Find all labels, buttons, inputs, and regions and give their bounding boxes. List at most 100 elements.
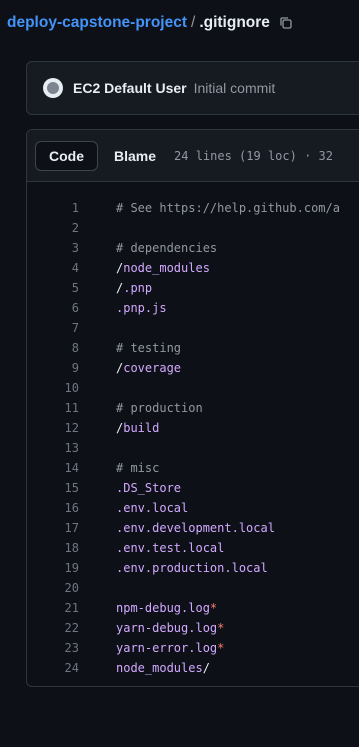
code-token: .pnp: [123, 281, 153, 295]
line-number[interactable]: 18: [27, 541, 79, 555]
code-line: 21 npm-debug.log*: [27, 598, 359, 618]
file-header: Code Blame 24 lines (19 loc) · 32: [27, 130, 359, 182]
code-token: # See https://help.github.com/a: [116, 201, 340, 215]
line-number[interactable]: 5: [27, 281, 79, 295]
code-line: 8 # testing: [27, 338, 359, 358]
code-line: 5/.pnp: [27, 278, 359, 298]
code-token: .env.production.local: [116, 561, 268, 575]
code-token: .DS_Store: [116, 481, 182, 495]
latest-commit-box: EC2 Default User Initial commit: [26, 61, 359, 115]
code-token: .env.test.local: [116, 541, 225, 555]
code-line: 12/build: [27, 418, 359, 438]
line-number[interactable]: 21: [27, 601, 79, 615]
code-line: 22 yarn-debug.log*: [27, 618, 359, 638]
line-content: # See https://help.github.com/a: [79, 201, 340, 215]
line-number[interactable]: 6: [27, 301, 79, 315]
repo-link[interactable]: deploy-capstone-project: [7, 14, 187, 32]
line-number[interactable]: 17: [27, 521, 79, 535]
line-content: /node_modules: [79, 261, 210, 275]
line-number[interactable]: 7: [27, 321, 79, 335]
line-content: /coverage: [79, 361, 181, 375]
code-line: 6 .pnp.js: [27, 298, 359, 318]
code-line: 7: [27, 318, 359, 338]
copy-path-icon[interactable]: [278, 15, 294, 31]
code-line: 4/node_modules: [27, 258, 359, 278]
file-view-page: deploy-capstone-project / .gitignore EC2…: [0, 0, 359, 747]
code-line: 24 node_modules/: [27, 658, 359, 678]
code-token: *: [217, 621, 225, 635]
code-line: 1 # See https://help.github.com/a: [27, 198, 359, 218]
code-line: 23 yarn-error.log*: [27, 638, 359, 658]
line-number[interactable]: 22: [27, 621, 79, 635]
line-content: yarn-debug.log*: [79, 621, 224, 635]
line-content: .pnp.js: [79, 301, 167, 315]
code-line: 14 # misc: [27, 458, 359, 478]
code-token: node_modules: [116, 661, 203, 675]
code-token: /: [202, 661, 210, 675]
code-token: *: [209, 601, 218, 615]
code-line: 3 # dependencies: [27, 238, 359, 258]
code-token: .env.local: [116, 501, 189, 515]
line-number[interactable]: 3: [27, 241, 79, 255]
line-content: node_modules/: [79, 661, 210, 675]
tab-code[interactable]: Code: [35, 140, 98, 171]
code-line: 9/coverage: [27, 358, 359, 378]
line-number[interactable]: 20: [27, 581, 79, 595]
code-line: 17 .env.development.local: [27, 518, 359, 538]
code-line: 18 .env.test.local: [27, 538, 359, 558]
line-number[interactable]: 24: [27, 661, 79, 675]
line-number[interactable]: 13: [27, 441, 79, 455]
line-content: .env.production.local: [79, 561, 268, 575]
line-number[interactable]: 10: [27, 381, 79, 395]
code-token: # misc: [116, 461, 160, 475]
code-token: yarn-error.log: [116, 641, 218, 655]
line-number[interactable]: 19: [27, 561, 79, 575]
code-token: # production: [116, 401, 203, 415]
code-token: .env.development.local: [116, 521, 275, 535]
line-number[interactable]: 14: [27, 461, 79, 475]
line-content: /.pnp: [79, 281, 152, 295]
line-number[interactable]: 12: [27, 421, 79, 435]
line-number[interactable]: 1: [27, 201, 79, 215]
line-number[interactable]: 23: [27, 641, 79, 655]
breadcrumb-separator: /: [191, 14, 196, 31]
line-content: # misc: [79, 461, 159, 475]
code-line: 2: [27, 218, 359, 238]
line-content: .env.test.local: [79, 541, 224, 555]
line-number[interactable]: 4: [27, 261, 79, 275]
code-token: build: [123, 421, 160, 435]
line-number[interactable]: 11: [27, 401, 79, 415]
line-content: # dependencies: [79, 241, 217, 255]
line-number[interactable]: 8: [27, 341, 79, 355]
line-number[interactable]: 9: [27, 361, 79, 375]
line-content: yarn-error.log*: [79, 641, 224, 655]
code-token: coverage: [123, 361, 182, 375]
code-token: # testing: [116, 341, 182, 355]
line-number[interactable]: 15: [27, 481, 79, 495]
code-line: 11 # production: [27, 398, 359, 418]
code-view: 1 # See https://help.github.com/a 2 3 # depe…: [27, 182, 359, 678]
line-number[interactable]: 16: [27, 501, 79, 515]
line-number[interactable]: 2: [27, 221, 79, 235]
tab-blame[interactable]: Blame: [104, 141, 166, 171]
file-name: .gitignore: [199, 14, 270, 31]
code-token: *: [217, 641, 225, 655]
line-content: # production: [79, 401, 203, 415]
code-token: # dependencies: [116, 241, 218, 255]
code-token: .pnp.js: [116, 301, 167, 315]
line-content: /build: [79, 421, 159, 435]
code-line: 16 .env.local: [27, 498, 359, 518]
code-line: 15 .DS_Store: [27, 478, 359, 498]
commit-message[interactable]: Initial commit: [194, 80, 276, 96]
commit-author[interactable]: EC2 Default User: [73, 80, 187, 96]
line-content: .DS_Store: [79, 481, 181, 495]
code-line: 13: [27, 438, 359, 458]
user-avatar-icon[interactable]: [43, 78, 63, 98]
line-content: npm-debug.log*: [79, 601, 217, 615]
code-token: yarn-debug.log: [116, 621, 218, 635]
breadcrumb: deploy-capstone-project / .gitignore: [7, 14, 294, 32]
code-line: 19 .env.production.local: [27, 558, 359, 578]
file-panel: Code Blame 24 lines (19 loc) · 32 1 # See…: [26, 129, 359, 687]
line-content: .env.development.local: [79, 521, 275, 535]
code-token: node_modules: [123, 261, 210, 275]
